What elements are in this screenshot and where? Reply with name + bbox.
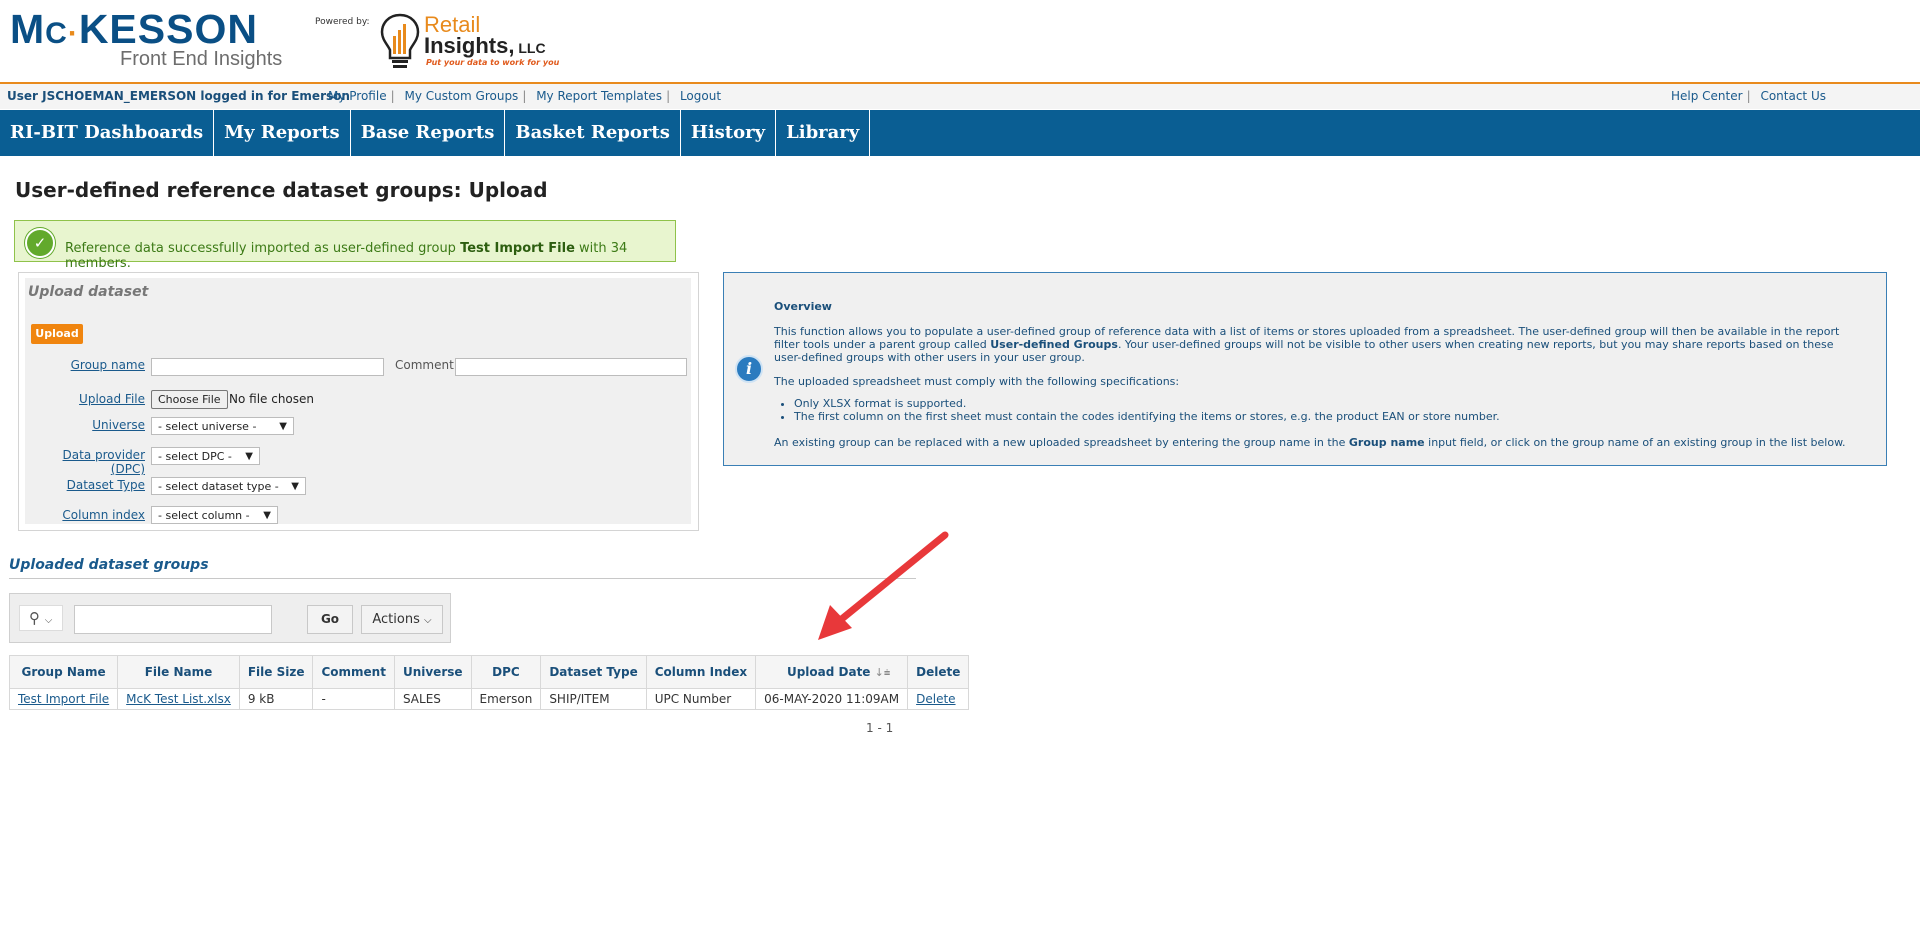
- annotation-arrow-icon: [818, 531, 949, 640]
- column-header-column-index[interactable]: Column Index: [645, 655, 757, 689]
- uploaded-groups-title: Uploaded dataset groups: [9, 557, 209, 573]
- actions-menu-button[interactable]: Actions ⌵: [361, 605, 443, 634]
- comment-label: Comment: [395, 358, 454, 372]
- dpc-label[interactable]: Data provider (DPC): [25, 448, 145, 476]
- group-name-input[interactable]: [151, 358, 384, 376]
- comment-input[interactable]: [455, 358, 687, 376]
- no-file-chosen-text: No file chosen: [229, 392, 315, 406]
- upload-dataset-panel: Upload dataset Upload Group name Comment…: [18, 272, 699, 531]
- file-name-link[interactable]: McK Test List.xlsx: [126, 692, 231, 706]
- logged-in-user: User JSCHOEMAN_EMERSON logged in for Eme…: [7, 89, 350, 103]
- column-index-label[interactable]: Column index: [25, 508, 145, 522]
- file-size-cell: 9 kB: [238, 688, 314, 710]
- logout-link[interactable]: Logout: [680, 89, 721, 103]
- search-input[interactable]: [74, 605, 272, 634]
- help-links: Help Center | Contact Us: [1671, 89, 1826, 103]
- dropdown-arrow-icon: ▼: [263, 510, 271, 521]
- report-search-bar: ⚲ ⌵ Go Actions ⌵: [9, 593, 451, 643]
- group-name-label[interactable]: Group name: [25, 358, 145, 372]
- user-links: My Profile | My Custom Groups | My Report …: [328, 89, 722, 103]
- mckesson-logo: MC·KESSON: [10, 6, 258, 52]
- page-title: User-defined reference dataset groups: U…: [15, 178, 548, 202]
- specification-list: Only XLSX format is supported. The first…: [774, 397, 1500, 423]
- tab-history[interactable]: History: [681, 110, 777, 156]
- universe-label[interactable]: Universe: [25, 418, 145, 432]
- my-custom-groups-link[interactable]: My Custom Groups: [404, 89, 518, 103]
- go-button[interactable]: Go: [307, 605, 353, 634]
- contact-us-link[interactable]: Contact Us: [1760, 89, 1826, 103]
- uploaded-groups-table: Group Name File Name File Size Comment U…: [8, 655, 970, 710]
- dataset-type-cell: SHIP/ITEM: [540, 688, 647, 710]
- column-header-file-name[interactable]: File Name: [117, 655, 240, 689]
- column-header-comment[interactable]: Comment: [312, 655, 395, 689]
- retail-insights-tagline: Put your data to work for you: [426, 58, 560, 67]
- my-report-templates-link[interactable]: My Report Templates: [536, 89, 662, 103]
- column-header-delete[interactable]: Delete: [907, 655, 970, 689]
- main-nav: RI-BIT Dashboards My Reports Base Report…: [0, 110, 1920, 156]
- universe-cell: SALES: [393, 688, 472, 710]
- overview-panel: i Overview This function allows you to p…: [723, 272, 1887, 466]
- upload-panel-title: Upload dataset: [28, 284, 149, 300]
- choose-file-button[interactable]: Choose File: [151, 390, 228, 409]
- dropdown-arrow-icon: ▼: [279, 421, 287, 432]
- powered-by-label: Powered by:: [315, 17, 370, 27]
- tab-basket-reports[interactable]: Basket Reports: [505, 110, 681, 156]
- overview-paragraph-1: This function allows you to populate a u…: [774, 325, 1840, 364]
- info-icon: i: [735, 355, 763, 383]
- dropdown-arrow-icon: ▼: [245, 451, 253, 462]
- sort-descending-icon: ↓⩧: [874, 665, 891, 679]
- list-item: The first column on the first sheet must…: [794, 410, 1500, 423]
- tab-my-reports[interactable]: My Reports: [214, 110, 351, 156]
- upload-button[interactable]: Upload: [31, 324, 83, 344]
- my-profile-link[interactable]: My Profile: [328, 89, 387, 103]
- tab-base-reports[interactable]: Base Reports: [351, 110, 506, 156]
- column-index-select[interactable]: - select column - ▼: [151, 506, 278, 524]
- search-column-menu[interactable]: ⚲ ⌵: [19, 605, 63, 631]
- group-name-link[interactable]: Test Import File: [18, 692, 109, 706]
- delete-link[interactable]: Delete: [916, 692, 955, 706]
- column-header-dpc[interactable]: DPC: [470, 655, 542, 689]
- table-header-row: Group Name File Name File Size Comment U…: [8, 655, 970, 689]
- column-index-cell: UPC Number: [645, 688, 757, 710]
- column-header-universe[interactable]: Universe: [393, 655, 472, 689]
- dpc-cell: Emerson: [470, 688, 542, 710]
- column-header-group-name[interactable]: Group Name: [8, 655, 119, 689]
- check-circle-icon: ✓: [25, 228, 55, 258]
- retail-insights-logo-insights: Insights, LLC: [424, 33, 546, 58]
- dataset-type-label[interactable]: Dataset Type: [25, 478, 145, 492]
- universe-select[interactable]: - select universe - ▼: [151, 417, 294, 435]
- upload-date-cell: 06-MAY-2020 11:09AM: [755, 688, 909, 710]
- brand-subtitle: Front End Insights: [120, 48, 283, 70]
- list-item: Only XLSX format is supported.: [794, 397, 1500, 410]
- table-row: Test Import File McK Test List.xlsx 9 kB…: [8, 688, 970, 710]
- column-header-dataset-type[interactable]: Dataset Type: [540, 655, 647, 689]
- dropdown-arrow-icon: ▼: [291, 481, 299, 492]
- chevron-down-icon: ⌵: [44, 615, 53, 626]
- overview-title: Overview: [774, 300, 832, 313]
- overview-paragraph-3: An existing group can be replaced with a…: [774, 436, 1846, 449]
- search-icon: ⚲: [29, 609, 40, 627]
- app-header: MC·KESSON Front End Insights Powered by:…: [0, 0, 1920, 84]
- lightbulb-logo-icon: [380, 13, 420, 68]
- column-header-file-size[interactable]: File Size: [238, 655, 314, 689]
- comment-cell: -: [312, 688, 395, 710]
- success-message: ✓ Reference data successfully imported a…: [14, 220, 676, 271]
- tab-ri-bit-dashboards[interactable]: RI-BIT Dashboards: [0, 110, 215, 156]
- pagination-range: 1 - 1: [866, 721, 894, 735]
- tab-library[interactable]: Library: [776, 110, 871, 156]
- success-group-name: Test Import File: [460, 241, 575, 256]
- upload-file-label[interactable]: Upload File: [25, 392, 145, 406]
- dataset-type-select[interactable]: - select dataset type - ▼: [151, 477, 306, 495]
- chevron-down-icon: ⌵: [424, 615, 432, 626]
- overview-paragraph-2: The uploaded spreadsheet must comply wit…: [774, 375, 1180, 388]
- column-header-upload-date[interactable]: Upload Date ↓⩧: [755, 655, 909, 689]
- help-center-link[interactable]: Help Center: [1671, 89, 1743, 103]
- user-bar: User JSCHOEMAN_EMERSON logged in for Eme…: [0, 84, 1920, 109]
- section-divider: [9, 578, 916, 579]
- dpc-select[interactable]: - select DPC - ▼: [151, 447, 260, 465]
